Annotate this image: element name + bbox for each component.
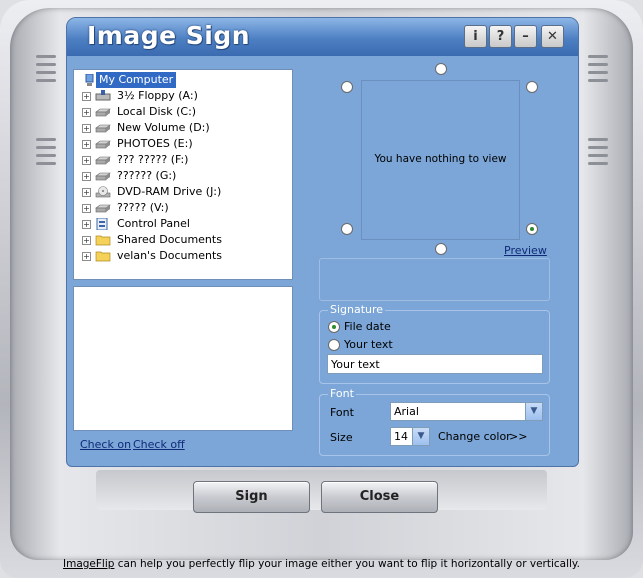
tree-item-drive[interactable]: + Local Disk (C:) xyxy=(74,104,292,120)
close-button[interactable]: Close xyxy=(321,481,438,513)
font-legend: Font xyxy=(328,387,356,400)
tree-item-drive[interactable]: + 3½ Floppy (A:) xyxy=(74,88,292,104)
position-bottom-center-radio[interactable] xyxy=(435,243,447,255)
signature-legend: Signature xyxy=(328,303,386,316)
tree-item-drive[interactable]: + ??? ????? (F:) xyxy=(74,152,292,168)
app-frame: Image Sign i ? – ✕ My Computer + 3½ Flop… xyxy=(0,0,643,578)
sign-button[interactable]: Sign xyxy=(193,481,310,513)
tree-item-folder[interactable]: + velan's Documents xyxy=(74,248,292,264)
size-select-value: 14 xyxy=(394,430,408,443)
check-on-link[interactable]: Check on xyxy=(80,438,131,451)
tree-item-drive[interactable]: + PHOTOES (E:) xyxy=(74,136,292,152)
hard-drive-icon xyxy=(95,124,111,133)
tree-item-drive[interactable]: + New Volume (D:) xyxy=(74,120,292,136)
your-text-radio[interactable] xyxy=(328,339,340,351)
position-top-left-radio[interactable] xyxy=(341,81,353,93)
file-list[interactable] xyxy=(73,286,293,431)
tree-item-label: ?????? (G:) xyxy=(117,169,177,182)
left-upper-grip xyxy=(36,55,56,87)
expand-icon[interactable]: + xyxy=(82,236,91,245)
hard-drive-icon xyxy=(95,156,111,165)
left-lower-grip xyxy=(36,138,56,170)
expand-icon[interactable]: + xyxy=(82,252,91,261)
expand-icon[interactable]: + xyxy=(82,172,91,181)
font-select[interactable]: Arial ▼ xyxy=(390,402,543,421)
minimize-button[interactable]: – xyxy=(514,25,537,48)
main-panel: Image Sign i ? – ✕ My Computer + 3½ Flop… xyxy=(66,17,579,467)
font-label: Font xyxy=(330,406,354,419)
expand-icon[interactable]: + xyxy=(82,204,91,213)
tree-item-my-computer[interactable]: My Computer xyxy=(74,72,292,88)
tree-item-label: My Computer xyxy=(96,72,177,88)
right-upper-grip xyxy=(588,55,608,87)
preview-empty-text: You have nothing to view xyxy=(374,153,507,165)
expand-icon[interactable]: + xyxy=(82,156,91,165)
position-top-center-radio[interactable] xyxy=(435,63,447,75)
tree-item-label: ??? ????? (F:) xyxy=(117,153,189,166)
change-color-arrow-button[interactable]: >> xyxy=(509,430,527,443)
title-bar[interactable]: Image Sign i ? – ✕ xyxy=(67,18,578,56)
your-text-label: Your text xyxy=(344,338,393,351)
preview-area: You have nothing to view xyxy=(361,80,520,240)
help-button[interactable]: ? xyxy=(489,25,512,48)
tree-item-drive[interactable]: + ????? (V:) xyxy=(74,200,292,216)
expand-icon[interactable]: + xyxy=(82,140,91,149)
tree-item-folder[interactable]: + Shared Documents xyxy=(74,232,292,248)
info-button[interactable]: i xyxy=(464,25,487,48)
file-date-label: File date xyxy=(344,320,391,333)
tree-item-label: ????? (V:) xyxy=(117,201,169,214)
hard-drive-icon xyxy=(95,172,111,181)
folder-tree[interactable]: My Computer + 3½ Floppy (A:) + Local Dis… xyxy=(73,69,293,280)
tree-item-label: Control Panel xyxy=(117,217,190,230)
position-bottom-left-radio[interactable] xyxy=(341,223,353,235)
footer-text: ImageFlip can help you perfectly flip yo… xyxy=(0,558,643,570)
file-date-radio[interactable] xyxy=(328,321,340,333)
tree-item-control-panel[interactable]: + Control Panel xyxy=(74,216,292,232)
chevron-down-icon[interactable]: ▼ xyxy=(525,403,542,420)
app-title: Image Sign xyxy=(87,21,251,50)
tree-item-label: Shared Documents xyxy=(117,233,222,246)
hard-drive-icon xyxy=(95,204,111,213)
chevron-down-icon[interactable]: ▼ xyxy=(412,428,429,445)
floppy-drive-icon xyxy=(95,90,111,101)
tree-item-label: PHOTOES (E:) xyxy=(117,137,193,150)
imageflip-link[interactable]: ImageFlip xyxy=(63,558,114,570)
position-bottom-right-radio[interactable] xyxy=(526,223,538,235)
tree-item-label: DVD-RAM Drive (J:) xyxy=(117,185,222,198)
tree-item-drive[interactable]: + ?????? (G:) xyxy=(74,168,292,184)
dvd-drive-icon xyxy=(95,186,111,198)
signature-text-input[interactable]: Your text xyxy=(327,354,543,374)
size-label: Size xyxy=(330,431,353,444)
preview-link[interactable]: Preview xyxy=(504,244,547,257)
info-box xyxy=(319,258,550,301)
folder-icon xyxy=(95,251,111,262)
position-top-right-radio[interactable] xyxy=(526,81,538,93)
font-select-value: Arial xyxy=(394,405,419,418)
expand-icon[interactable]: + xyxy=(82,108,91,117)
tree-item-label: New Volume (D:) xyxy=(117,121,210,134)
footer-description: can help you perfectly flip your image e… xyxy=(114,558,580,570)
expand-icon[interactable]: + xyxy=(82,188,91,197)
tree-item-label: Local Disk (C:) xyxy=(117,105,197,118)
control-panel-icon xyxy=(96,218,108,230)
close-window-button[interactable]: ✕ xyxy=(541,25,564,48)
expand-icon[interactable]: + xyxy=(82,220,91,229)
expand-icon[interactable]: + xyxy=(82,92,91,101)
right-lower-grip xyxy=(588,138,608,170)
change-color-link[interactable]: Change color xyxy=(438,430,511,443)
tree-item-label: velan's Documents xyxy=(117,249,223,262)
size-select[interactable]: 14 ▼ xyxy=(390,427,430,446)
check-off-link[interactable]: Check off xyxy=(133,438,185,451)
tree-item-label: 3½ Floppy (A:) xyxy=(117,89,198,102)
expand-icon[interactable]: + xyxy=(82,124,91,133)
tree-item-drive[interactable]: + DVD-RAM Drive (J:) xyxy=(74,184,292,200)
folder-icon xyxy=(95,235,111,246)
hard-drive-icon xyxy=(95,108,111,117)
hard-drive-icon xyxy=(95,140,111,149)
